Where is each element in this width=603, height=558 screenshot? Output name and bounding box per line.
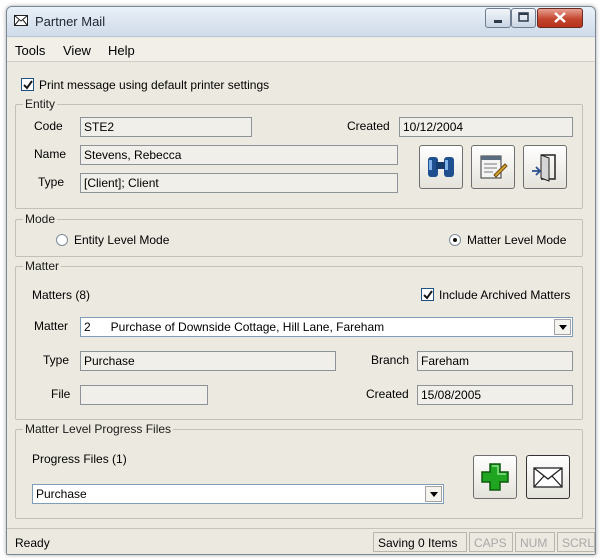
status-scrl: SCRL xyxy=(557,532,595,552)
name-label: Name xyxy=(34,147,67,161)
status-bar: Ready Saving 0 Items CAPS NUM SCRL xyxy=(7,528,595,554)
entity-created-label: Created xyxy=(347,119,390,133)
mail-envelope-icon xyxy=(533,467,563,488)
progress-selected-value: Purchase xyxy=(36,487,87,501)
send-mail-button[interactable] xyxy=(526,455,570,499)
edit-document-icon xyxy=(480,155,508,179)
status-caps: CAPS xyxy=(469,532,513,552)
print-default-label: Print message using default printer sett… xyxy=(39,78,270,92)
print-default-checkbox[interactable] xyxy=(21,78,34,91)
include-archived-label: Include Archived Matters xyxy=(439,288,571,302)
entity-mode-radio[interactable] xyxy=(56,234,68,246)
close-icon xyxy=(554,12,566,23)
branch-label: Branch xyxy=(371,353,410,367)
checkmark-icon xyxy=(423,290,433,300)
code-field[interactable]: STE2 xyxy=(80,117,252,137)
mode-legend: Mode xyxy=(23,212,58,226)
menu-tools[interactable]: Tools xyxy=(15,43,45,58)
chevron-down-icon xyxy=(430,492,438,497)
checkmark-icon xyxy=(23,80,33,90)
menu-help[interactable]: Help xyxy=(108,43,135,58)
matter-mode-radio[interactable] xyxy=(449,234,461,246)
title-bar: Partner Mail xyxy=(7,7,595,37)
matter-legend: Matter xyxy=(23,259,62,273)
branch-field: Fareham xyxy=(417,351,573,371)
type-label: Type xyxy=(38,175,65,189)
name-field: Stevens, Rebecca xyxy=(80,145,398,165)
include-archived-checkbox[interactable] xyxy=(421,288,434,301)
maximize-icon xyxy=(518,12,529,22)
matters-count-label: Matters (8) xyxy=(32,288,91,302)
entity-mode-label: Entity Level Mode xyxy=(74,233,170,247)
binoculars-icon xyxy=(428,157,454,177)
file-field xyxy=(80,385,208,405)
matter-created-field: 15/08/2005 xyxy=(417,385,573,405)
type-field: [Client]; Client xyxy=(80,173,398,193)
entity-legend: Entity xyxy=(23,97,58,111)
code-label: Code xyxy=(34,119,63,133)
menu-view[interactable]: View xyxy=(63,43,91,58)
progress-files-group: Matter Level Progress Files Progress Fil… xyxy=(15,422,583,519)
matter-dropdown[interactable]: 2 Purchase of Downside Cottage, Hill Lan… xyxy=(80,317,573,337)
matter-type-field: Purchase xyxy=(80,351,336,371)
exit-door-icon xyxy=(532,154,556,182)
chevron-down-icon xyxy=(559,325,567,330)
close-button[interactable] xyxy=(537,8,583,28)
status-num: NUM xyxy=(515,532,555,552)
matter-label: Matter xyxy=(34,319,69,333)
find-entity-button[interactable] xyxy=(419,145,463,189)
status-ready: Ready xyxy=(15,536,50,550)
progress-files-count-label: Progress Files (1) xyxy=(32,452,127,466)
edit-entity-button[interactable] xyxy=(471,145,515,189)
entity-created-field: 10/12/2004 xyxy=(399,117,573,137)
progress-files-legend: Matter Level Progress Files xyxy=(23,422,174,436)
envelope-icon xyxy=(14,15,28,26)
green-plus-icon xyxy=(481,463,509,491)
matter-mode-label: Matter Level Mode xyxy=(467,233,567,247)
window-title: Partner Mail xyxy=(35,14,106,29)
mode-group: Mode Entity Level Mode Matter Level Mode xyxy=(15,212,583,257)
menu-bar: Tools View Help xyxy=(7,38,595,62)
matter-selected-value: 2 Purchase of Downside Cottage, Hill Lan… xyxy=(84,320,385,334)
matter-type-label: Type xyxy=(43,353,70,367)
matter-group: Matter Matters (8) Include Archived Matt… xyxy=(15,259,583,420)
maximize-button[interactable] xyxy=(511,8,536,28)
minimize-icon xyxy=(494,20,502,23)
status-saving: Saving 0 Items xyxy=(373,532,467,552)
matter-dropdown-button[interactable] xyxy=(554,319,571,335)
minimize-button[interactable] xyxy=(485,8,511,28)
entity-group: Entity Code STE2 Created 10/12/2004 Name… xyxy=(15,97,583,209)
progress-files-dropdown[interactable]: Purchase xyxy=(32,484,444,504)
progress-dropdown-button[interactable] xyxy=(425,486,442,502)
add-progress-file-button[interactable] xyxy=(473,455,517,499)
matter-created-label: Created xyxy=(366,387,409,401)
exit-button[interactable] xyxy=(523,145,567,189)
file-label: File xyxy=(51,387,71,401)
partner-mail-window: Partner Mail Tools View Help Print messa… xyxy=(6,6,596,555)
